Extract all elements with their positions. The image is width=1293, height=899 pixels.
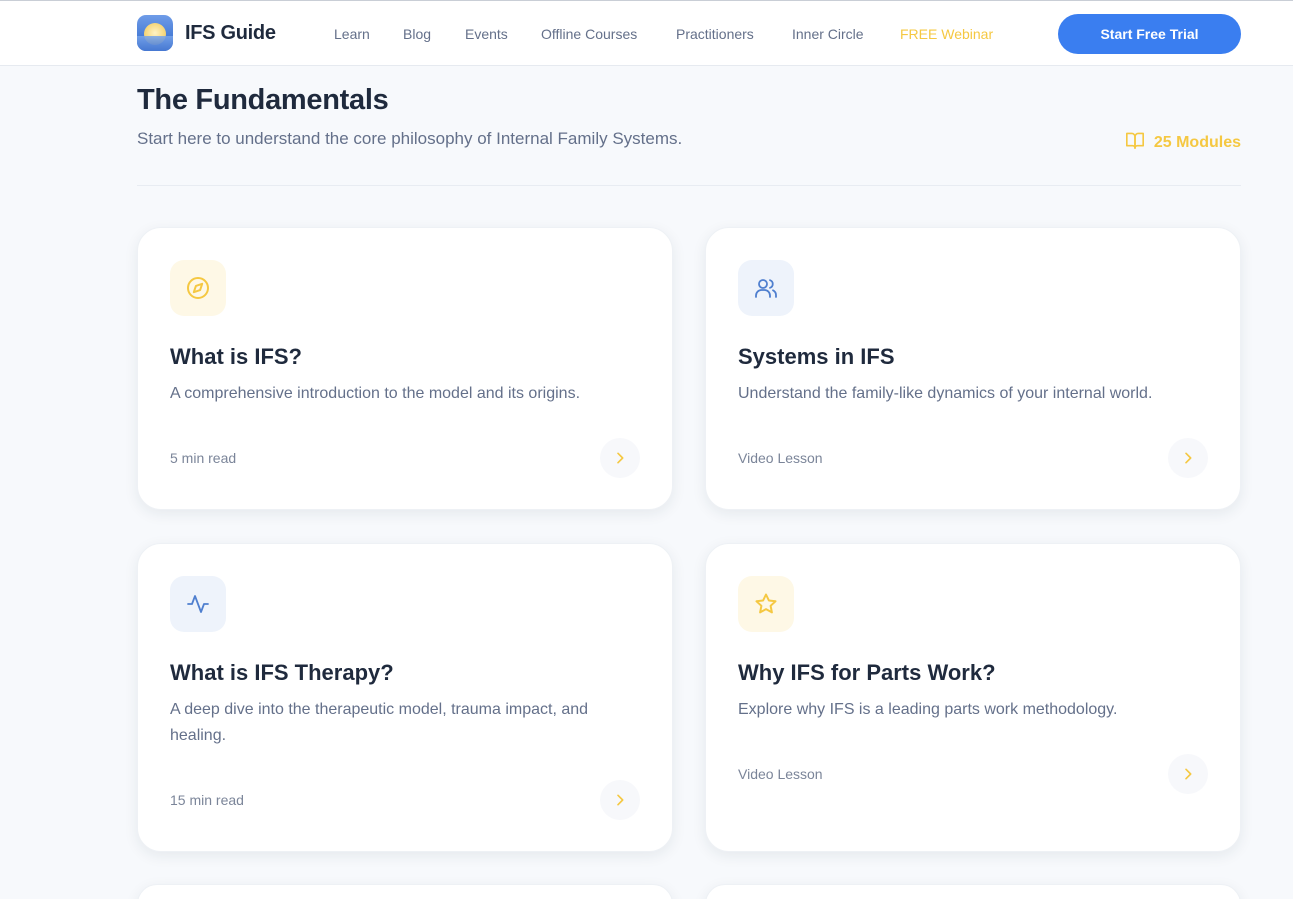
lesson-card-partial[interactable]	[705, 884, 1241, 899]
logo-icon[interactable]	[137, 15, 173, 51]
card-meta: 5 min read	[170, 450, 237, 466]
nav-link-offline-courses[interactable]: Offline Courses	[541, 26, 637, 42]
nav-link-learn[interactable]: Learn	[334, 26, 370, 42]
card-title: Why IFS for Parts Work?	[738, 660, 996, 685]
card-description: A deep dive into the therapeutic model, …	[170, 701, 589, 744]
chevron-right-icon[interactable]	[1168, 438, 1208, 478]
compass-icon	[170, 260, 226, 316]
lesson-card-why-ifs-parts-work[interactable]: Why IFS for Parts Work? Explore why IFS …	[705, 543, 1241, 852]
book-open-icon	[1125, 131, 1145, 154]
nav-link-events[interactable]: Events	[465, 26, 508, 42]
lesson-card-what-is-ifs[interactable]: What is IFS? A comprehensive introductio…	[137, 227, 673, 510]
page-subtitle: Start here to understand the core philos…	[137, 129, 683, 148]
card-description: Explore why IFS is a leading parts work …	[738, 701, 1118, 718]
chevron-right-icon[interactable]	[600, 780, 640, 820]
card-title: What is IFS?	[170, 344, 302, 369]
card-meta: Video Lesson	[738, 766, 823, 782]
chevron-right-icon[interactable]	[1168, 754, 1208, 794]
modules-label: 25 Modules	[1153, 133, 1241, 151]
card-meta: Video Lesson	[738, 450, 823, 466]
modules-count: 25 Modules	[1125, 131, 1241, 154]
card-title: Systems in IFS	[738, 344, 895, 369]
card-description: Understand the family-like dynamics of y…	[738, 385, 1153, 402]
card-description: A comprehensive introduction to the mode…	[170, 385, 581, 402]
card-title: What is IFS Therapy?	[170, 660, 394, 685]
activity-icon	[170, 576, 226, 632]
users-icon	[738, 260, 794, 316]
nav-link-inner-circle[interactable]: Inner Circle	[792, 26, 864, 42]
brand-name[interactable]: IFS Guide	[185, 22, 276, 45]
nav-link-practitioners[interactable]: Practitioners	[676, 26, 754, 42]
page-title: The Fundamentals	[137, 84, 389, 116]
star-icon	[738, 576, 794, 632]
section-divider	[137, 185, 1241, 186]
card-meta: 15 min read	[170, 792, 244, 808]
nav-link-blog[interactable]: Blog	[403, 26, 431, 42]
nav-link-free-webinar[interactable]: FREE Webinar	[900, 26, 993, 42]
top-navbar: IFS Guide Learn Blog Events Offline Cour…	[0, 0, 1293, 66]
chevron-right-icon[interactable]	[600, 438, 640, 478]
lesson-card-systems-in-ifs[interactable]: Systems in IFS Understand the family-lik…	[705, 227, 1241, 510]
start-free-trial-button[interactable]: Start Free Trial	[1058, 14, 1241, 54]
lesson-card-what-is-ifs-therapy[interactable]: What is IFS Therapy? A deep dive into th…	[137, 543, 673, 852]
lesson-card-partial[interactable]	[137, 884, 673, 899]
